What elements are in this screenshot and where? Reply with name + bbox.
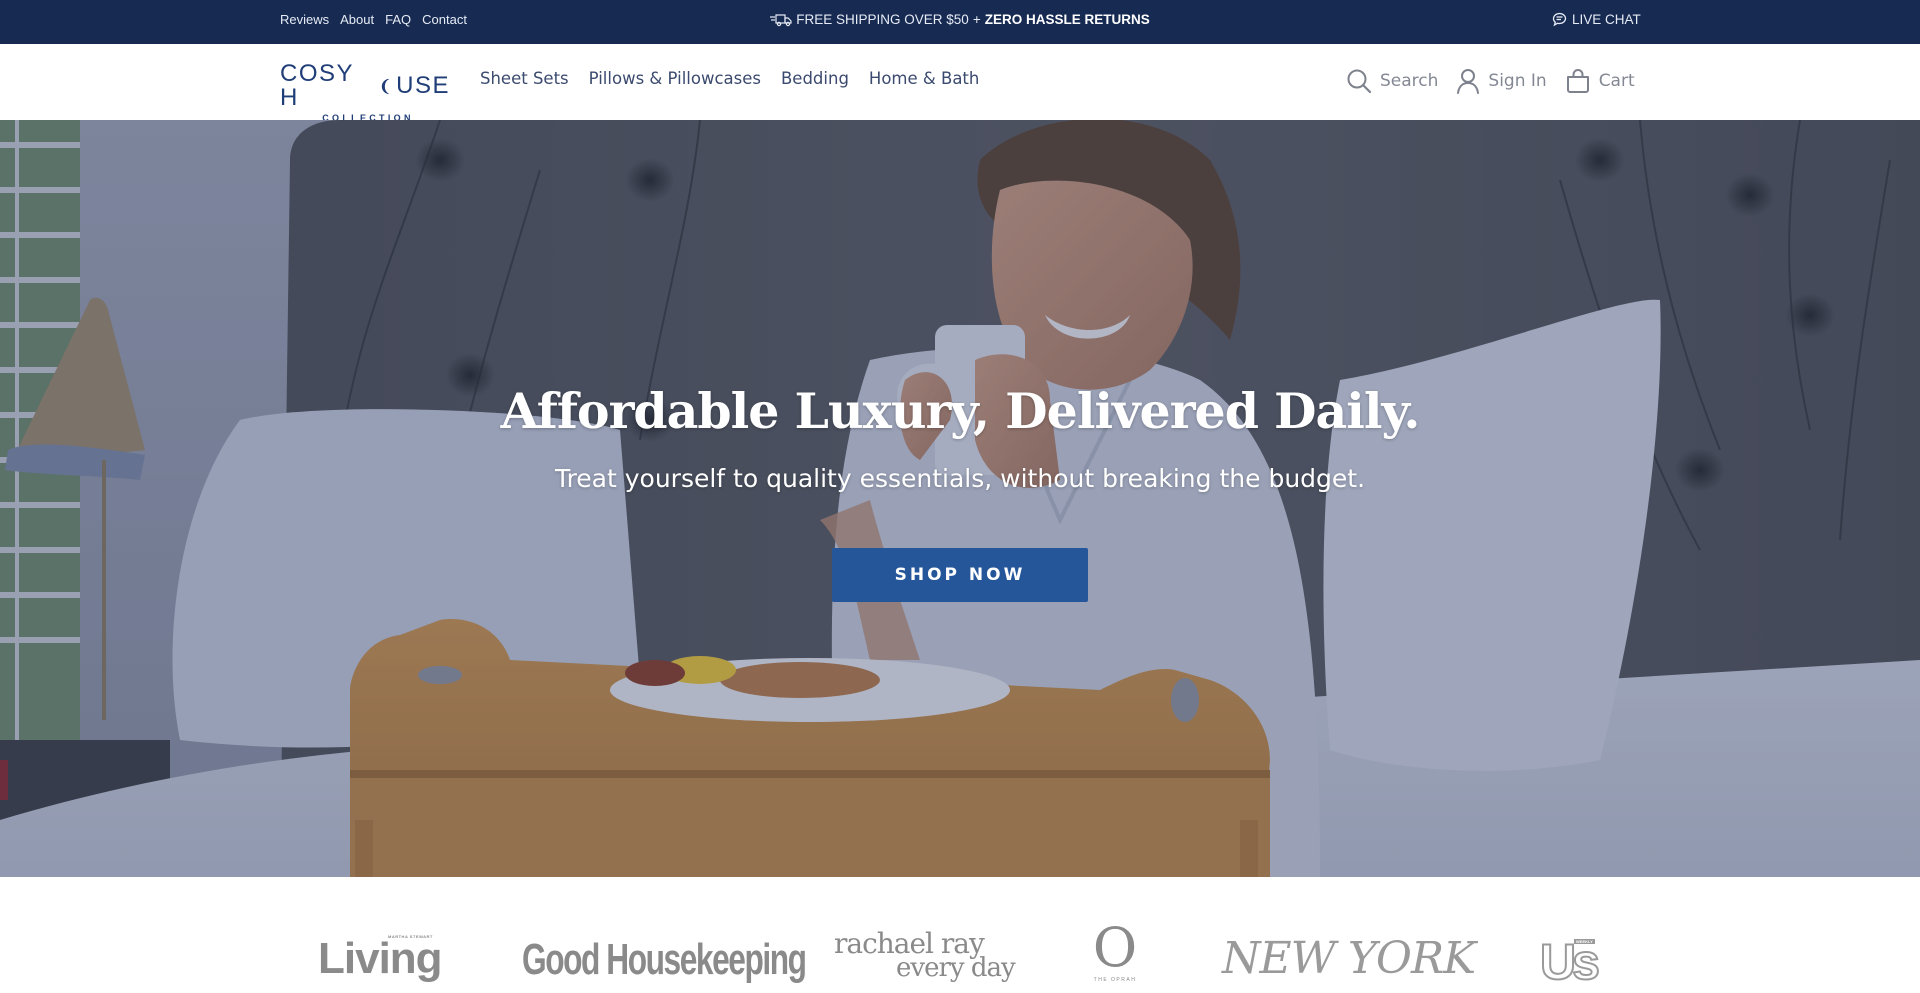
press-logo-rachael-ray: rachael ray every day (834, 930, 1016, 982)
cart-button[interactable]: Cart (1565, 68, 1635, 94)
press-logo-new-york: New York (1222, 933, 1476, 984)
logo-text-left: COSY H (280, 60, 354, 111)
press-logo-row: Living MARTHA STEWART Good Housekeeping … (300, 921, 1620, 993)
hero-banner: Affordable Luxury, Delivered Daily. Trea… (0, 120, 1920, 877)
logo-wordmark: COSY H USE (280, 62, 450, 110)
oprah-kicker: THE OPRAH (1093, 977, 1137, 983)
main-nav: Sheet Sets Pillows & Pillowcases Bedding… (480, 69, 979, 88)
promo-regular: FREE SHIPPING OVER $50 (796, 12, 969, 27)
new-york-wordmark: New York (1222, 933, 1476, 984)
us-weekly-kicker: WEEKLY (1574, 939, 1595, 944)
press-logos: Living MARTHA STEWART Good Housekeeping … (0, 877, 1920, 993)
living-kicker: MARTHA STEWART (388, 934, 433, 939)
shop-now-button[interactable]: SHOP NOW (832, 548, 1088, 602)
hero-title: Affordable Luxury, Delivered Daily. (500, 382, 1421, 440)
live-chat-link[interactable]: LIVE CHAT (1552, 12, 1641, 27)
user-icon (1457, 69, 1480, 94)
announcement-bar: Reviews About FAQ Contact FREE SHIPPING … (0, 0, 1920, 44)
press-logo-us-weekly: Us WEEKLY (1539, 933, 1601, 991)
logo-text-right: USE (396, 72, 450, 99)
brand-logo[interactable]: COSY H USE COLLECTION (280, 62, 450, 124)
cart-label: Cart (1598, 71, 1635, 91)
live-chat-label: LIVE CHAT (1572, 12, 1641, 27)
search-label: Search (1380, 71, 1439, 91)
sign-in-label: Sign In (1488, 71, 1547, 91)
living-wordmark: Living (318, 934, 443, 983)
hero-content: Affordable Luxury, Delivered Daily. Trea… (0, 382, 1920, 602)
search-icon (1347, 69, 1372, 94)
shopping-bag-icon (1566, 69, 1589, 93)
press-logo-oprah: O THE OPRAH (1090, 916, 1140, 984)
promo-separator: + (972, 12, 981, 27)
nav-sheet-sets[interactable]: Sheet Sets (480, 69, 569, 88)
truck-icon (770, 13, 792, 26)
press-logo-living: Living MARTHA STEWART (318, 934, 443, 983)
nav-home-bath[interactable]: Home & Bath (869, 69, 979, 88)
nav-bedding[interactable]: Bedding (781, 69, 849, 88)
header-actions: Search Sign In Cart (1346, 68, 1635, 94)
hero-subtitle: Treat yourself to quality essentials, wi… (554, 464, 1366, 493)
sign-in-button[interactable]: Sign In (1456, 68, 1547, 94)
oprah-o: O (1092, 916, 1138, 979)
crescent-moon-icon (381, 78, 390, 94)
site-header: COSY H USE COLLECTION Sheet Sets Pillows… (0, 44, 1920, 124)
search-button[interactable]: Search (1346, 68, 1438, 94)
nav-pillows[interactable]: Pillows & Pillowcases (589, 69, 761, 88)
promo-bold: ZERO HASSLE RETURNS (984, 12, 1150, 27)
good-housekeeping-wordmark: Good Housekeeping (522, 935, 807, 984)
chat-bubble-icon (1552, 12, 1567, 27)
